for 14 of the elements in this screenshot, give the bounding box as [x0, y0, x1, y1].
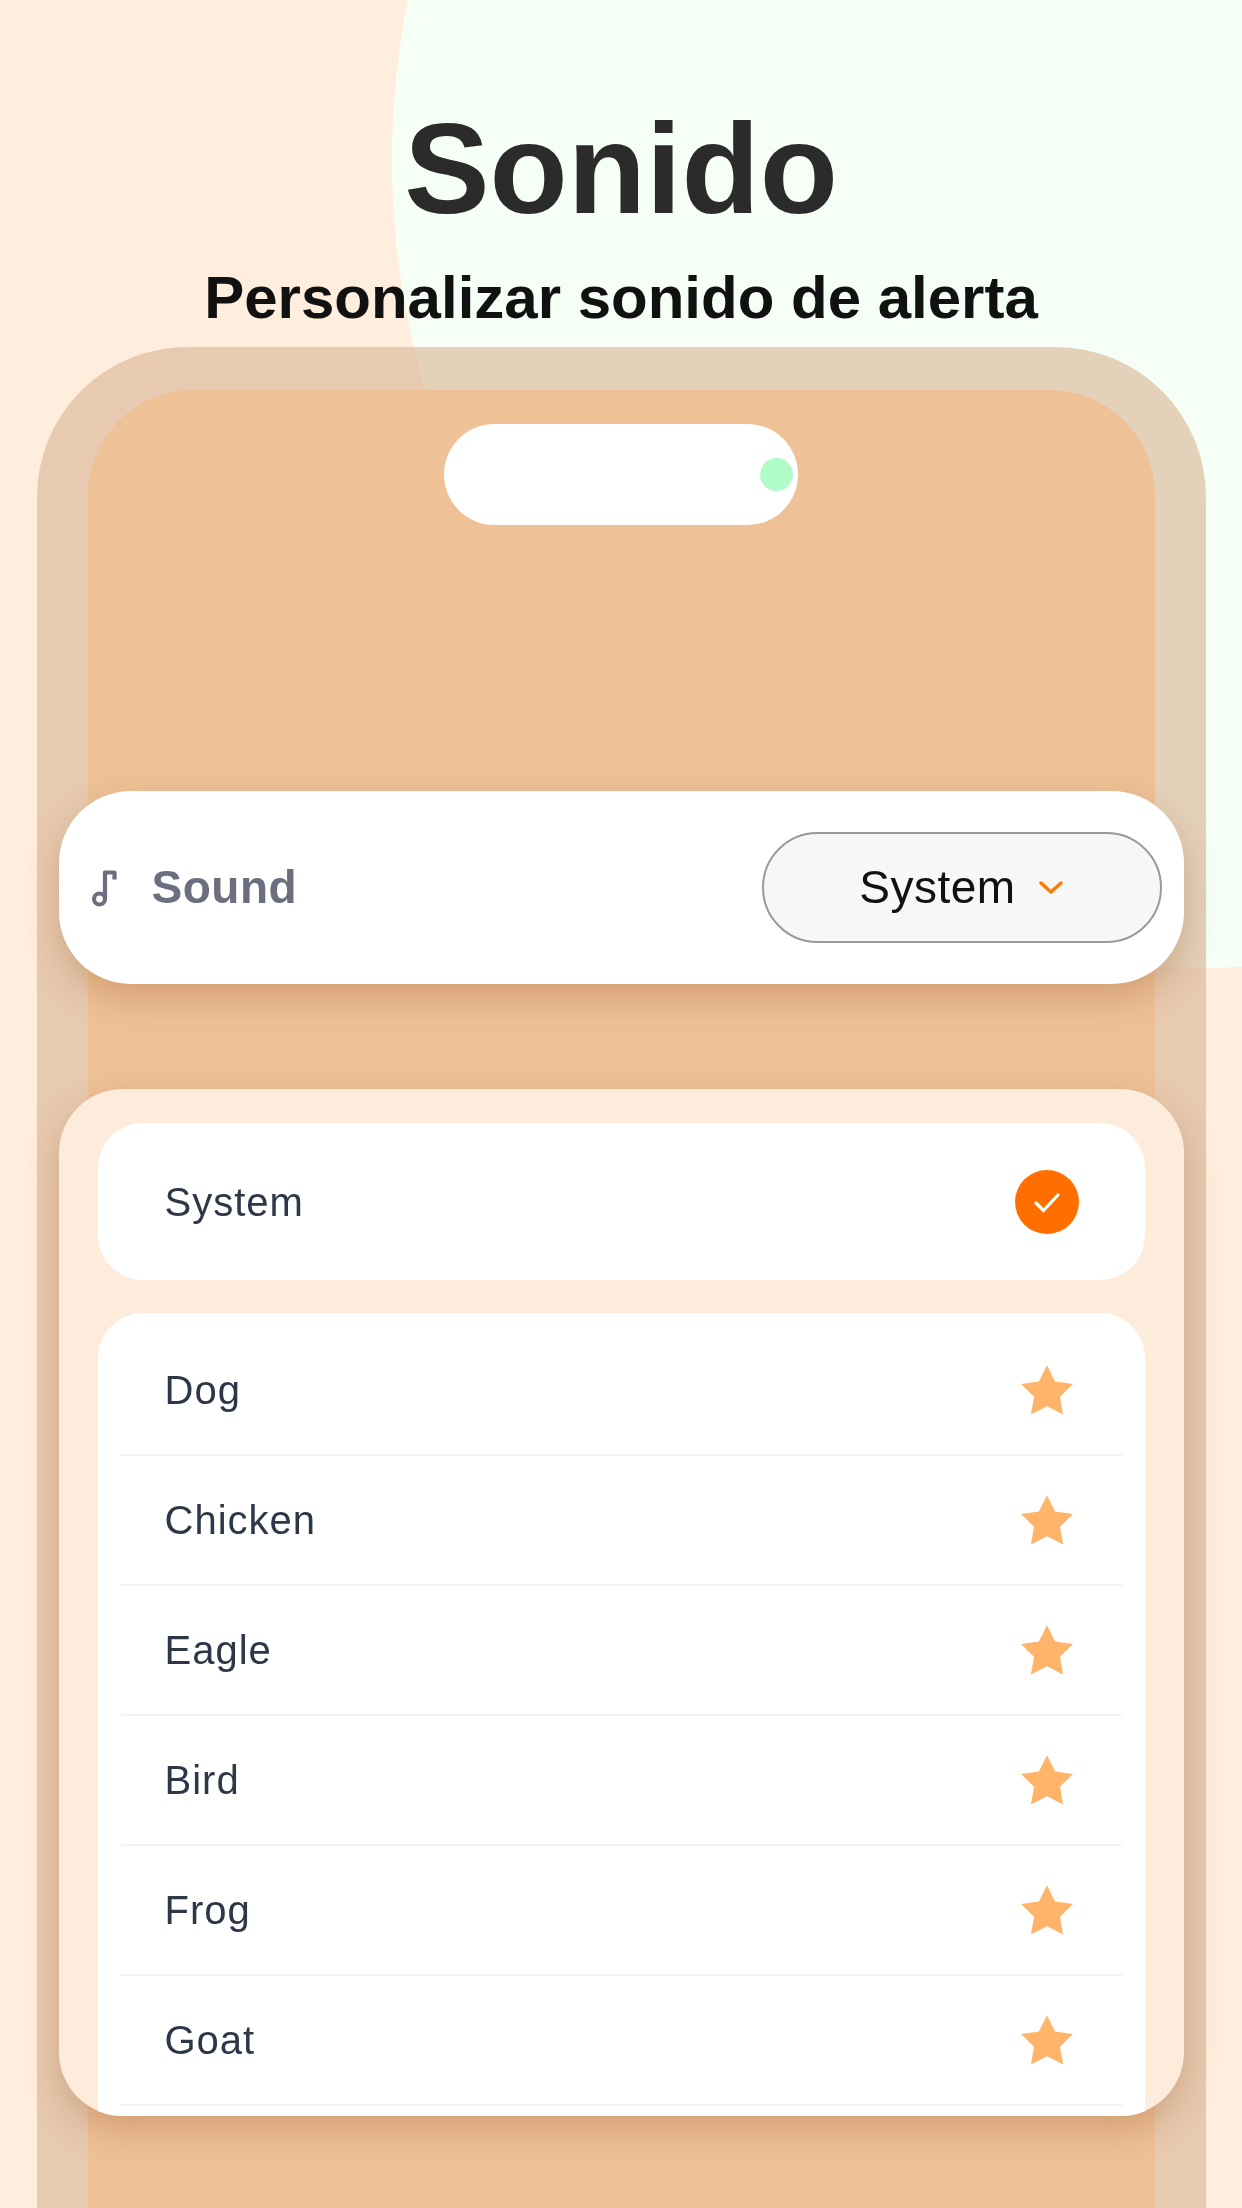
indicator-dot-icon — [760, 458, 793, 491]
sound-option[interactable]: Goat — [120, 1976, 1122, 2106]
sound-option[interactable]: Eagle — [120, 1586, 1122, 1716]
sound-option[interactable]: Frog — [120, 1846, 1122, 1976]
setting-label: Sound — [151, 860, 298, 915]
sound-option[interactable]: System — [97, 1123, 1145, 1280]
page-subtitle: Personalizar sonido de alerta — [204, 268, 1038, 328]
chevron-down-icon — [1037, 880, 1064, 895]
page-title: Sonido — [404, 105, 838, 233]
music-note-icon — [90, 868, 118, 907]
sound-option[interactable]: Chicken — [120, 1456, 1122, 1586]
sound-dropdown[interactable]: System — [761, 832, 1162, 943]
sound-option[interactable]: Dog — [120, 1326, 1122, 1456]
sound-option[interactable]: Bird — [120, 1716, 1122, 1846]
